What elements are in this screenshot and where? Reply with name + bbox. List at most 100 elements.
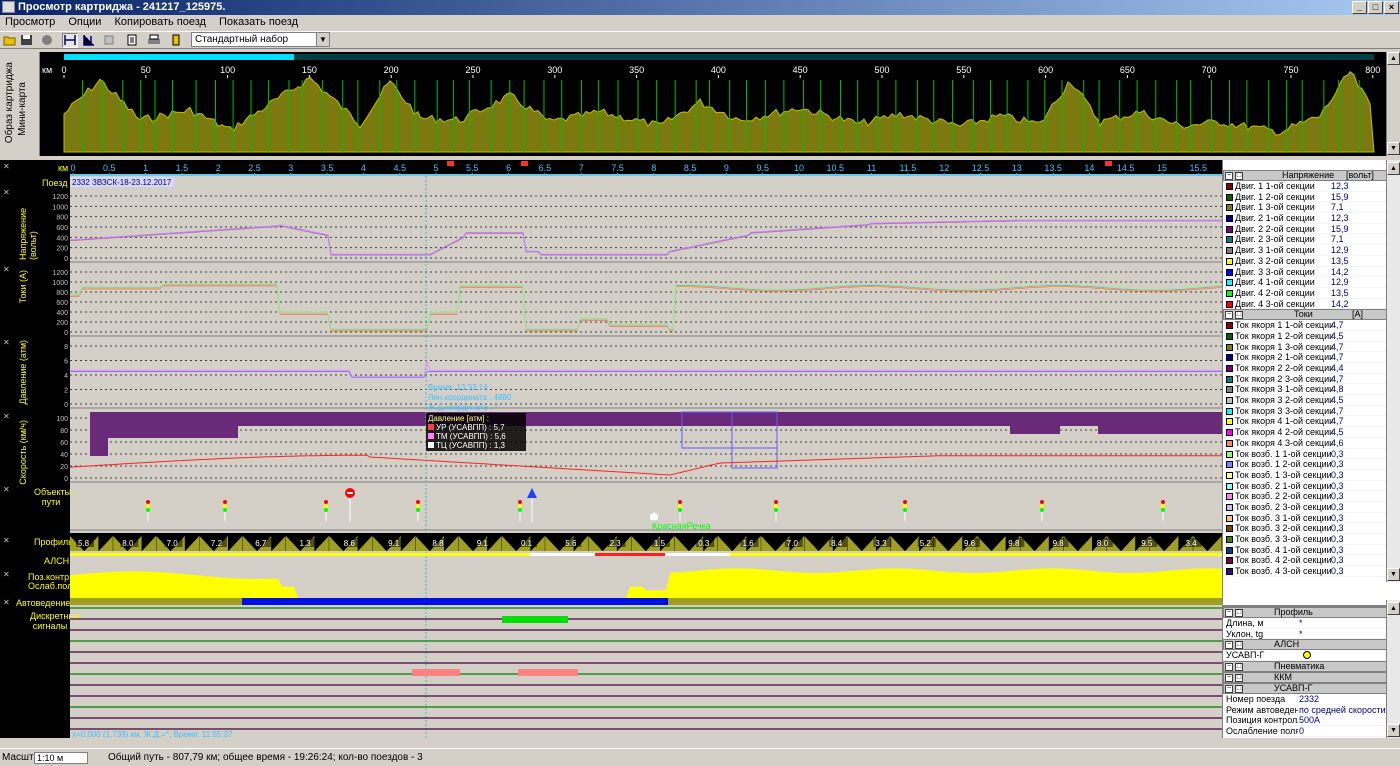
table-row[interactable]: Ток якоря 2 3-ой секции 4,7: [1223, 374, 1387, 385]
table-row[interactable]: Ток якоря 1 2-ой секции 4,5: [1223, 331, 1387, 342]
table-row[interactable]: Двиг. 2 1-ой секции 12,3: [1223, 213, 1387, 224]
table-row[interactable]: Ток якоря 3 1-ой секции 4,8: [1223, 384, 1387, 396]
voltage-header[interactable]: − □ Напряжение [вольт]: [1223, 170, 1387, 181]
color-swatch[interactable]: [1226, 386, 1233, 394]
scale-select[interactable]: 1:10 м: [34, 752, 88, 764]
menu-view[interactable]: Просмотр: [0, 15, 60, 30]
table-row[interactable]: Ток якоря 4 2-ой секции 4,5: [1223, 427, 1387, 438]
table-row[interactable]: Ток возб. 4 1-ой секции 0,3: [1223, 545, 1387, 556]
table-row[interactable]: Ток возб. 1 3-ой секции 0,3: [1223, 470, 1387, 481]
table-row[interactable]: Двиг. 4 3-ой секции 14,2: [1223, 299, 1387, 310]
track-plots[interactable]: 0 0.5 1 1.5 2 2.5 3 3.5 4 4.5 5 5.5 6 6.5 7 7.5 8 8.5 9 9.5…: [69, 160, 1223, 739]
table-row[interactable]: Двиг. 1 2-ой секции 15,9: [1223, 192, 1387, 203]
chart-mode-icon[interactable]: [62, 33, 78, 48]
table-row[interactable]: Ток возб. 2 2-ой секции 0,3: [1223, 491, 1387, 502]
color-swatch[interactable]: [1226, 332, 1233, 340]
table-row[interactable]: Двиг. 3 1-ой секции 12,9: [1223, 245, 1387, 256]
bookmark-icon[interactable]: [168, 33, 184, 48]
table-row[interactable]: Ток якоря 3 3-ой секции 4,7: [1223, 406, 1387, 417]
color-swatch[interactable]: [1226, 536, 1233, 543]
color-swatch[interactable]: [1226, 493, 1233, 501]
color-swatch[interactable]: [1226, 471, 1233, 479]
close-button[interactable]: ×: [1384, 1, 1399, 14]
table-row[interactable]: Двиг. 1 1-ой секции 12,3: [1223, 181, 1387, 192]
minimap-svg[interactable]: км 0 50 100 150 200 250 300 350 400 450 500 550 600 65…: [40, 52, 1386, 156]
color-swatch[interactable]: [1226, 482, 1233, 490]
minimize-button[interactable]: _: [1352, 1, 1367, 14]
table-row[interactable]: Ток якоря 3 2-ой секции 4,5: [1223, 395, 1387, 406]
scroll-down-icon[interactable]: ▼: [1387, 568, 1400, 581]
color-swatch[interactable]: [1226, 461, 1233, 469]
table-row[interactable]: Ток возб. 3 3-ой секции 0,3: [1223, 534, 1387, 545]
table-row[interactable]: Ток якоря 2 1-ой секции 4,7: [1223, 352, 1387, 363]
color-swatch[interactable]: [1226, 407, 1233, 415]
table-row[interactable]: Ток возб. 4 2-ой секции 0,3: [1223, 555, 1387, 567]
section-header[interactable]: − □ АЛСН: [1223, 639, 1387, 651]
chevron-down-icon[interactable]: ▼: [316, 33, 329, 46]
color-swatch[interactable]: [1226, 300, 1233, 308]
color-swatch[interactable]: [1226, 365, 1233, 372]
color-swatch[interactable]: [1226, 289, 1233, 297]
section-header[interactable]: − □ Профиль: [1223, 607, 1387, 618]
table-row[interactable]: Ток возб. 1 1-ой секции 0,3: [1223, 449, 1387, 460]
color-swatch[interactable]: [1226, 525, 1233, 533]
table-row[interactable]: Ток возб. 3 1-ой секции 0,3: [1223, 513, 1387, 524]
minimap-scrollbar[interactable]: ▲ ▼: [1386, 52, 1400, 156]
table-row[interactable]: Ток якоря 4 3-ой секции 4,6: [1223, 438, 1387, 449]
minimap[interactable]: км 0 50 100 150 200 250 300 350 400 450 500 550 600 65…: [40, 52, 1386, 156]
scroll-down-icon[interactable]: ▼: [1387, 142, 1400, 155]
menu-show-train[interactable]: Показать поезд: [214, 15, 303, 30]
color-swatch[interactable]: [1226, 247, 1233, 255]
color-swatch[interactable]: [1226, 439, 1233, 447]
table-row[interactable]: Ток якоря 1 3-ой секции 4,7: [1223, 342, 1387, 353]
color-swatch[interactable]: [1226, 183, 1233, 190]
props-scrollbar[interactable]: ▲ ▼: [1386, 600, 1400, 738]
export-icon[interactable]: [102, 33, 118, 48]
table-row[interactable]: Двиг. 2 2-ой секции 15,9: [1223, 224, 1387, 235]
scroll-up-icon[interactable]: ▲: [1387, 162, 1400, 175]
splitter[interactable]: [0, 738, 1400, 748]
color-swatch[interactable]: [1226, 236, 1233, 244]
current-header[interactable]: − □ Токи [А]: [1223, 309, 1387, 321]
color-swatch[interactable]: [1226, 557, 1233, 565]
section-header[interactable]: − □ Пневматика: [1223, 661, 1387, 673]
color-swatch[interactable]: [1226, 193, 1233, 201]
table-row[interactable]: Двиг. 4 2-ой секции 13,5: [1223, 288, 1387, 299]
color-swatch[interactable]: [1226, 257, 1233, 265]
table-row[interactable]: Двиг. 3 3-ой секции 14,2: [1223, 267, 1387, 278]
color-swatch[interactable]: [1226, 268, 1233, 276]
menu-copy-train[interactable]: Копировать поезд: [109, 15, 210, 30]
color-swatch[interactable]: [1226, 514, 1233, 522]
table-row[interactable]: Двиг. 4 1-ой секции 12,9: [1223, 277, 1387, 288]
scroll-down-icon[interactable]: ▼: [1387, 724, 1400, 737]
color-swatch[interactable]: [1226, 215, 1233, 223]
table-row[interactable]: Ток возб. 1 2-ой секции 0,3: [1223, 459, 1387, 470]
color-swatch[interactable]: [1226, 397, 1233, 405]
color-swatch[interactable]: [1226, 568, 1233, 576]
color-swatch[interactable]: [1226, 204, 1233, 212]
table-row[interactable]: Ток якоря 1 1-ой секции 4,7: [1223, 320, 1387, 331]
color-swatch[interactable]: [1226, 322, 1233, 330]
color-swatch[interactable]: [1226, 503, 1233, 511]
table-row[interactable]: Двиг. 3 2-ой секции 13,5: [1223, 256, 1387, 267]
color-swatch[interactable]: [1226, 418, 1233, 426]
table-row[interactable]: Двиг. 2 3-ой секции 7,1: [1223, 234, 1387, 246]
section-header[interactable]: − □ ККМ: [1223, 672, 1387, 684]
print-icon[interactable]: [146, 33, 162, 48]
table-row[interactable]: Ток возб. 4 3-ой секции 0,3: [1223, 566, 1387, 577]
color-swatch[interactable]: [1226, 375, 1233, 383]
axis-icon[interactable]: [80, 33, 96, 48]
open-folder-icon[interactable]: [2, 33, 18, 48]
table-scrollbar[interactable]: ▲ ▼: [1386, 160, 1400, 582]
document-icon[interactable]: [124, 33, 140, 48]
table-row[interactable]: Ток возб. 3 2-ой секции 0,3: [1223, 523, 1387, 534]
record-icon[interactable]: [39, 33, 55, 48]
color-swatch[interactable]: [1226, 429, 1233, 437]
table-row[interactable]: Ток возб. 2 1-ой секции 0,3: [1223, 481, 1387, 492]
scroll-up-icon[interactable]: ▲: [1387, 602, 1400, 615]
maximize-button[interactable]: □: [1368, 1, 1383, 14]
table-row[interactable]: Двиг. 1 3-ой секции 7,1: [1223, 202, 1387, 214]
save-icon[interactable]: [19, 33, 35, 48]
table-row[interactable]: Ток якоря 4 1-ой секции 4,7: [1223, 416, 1387, 428]
color-swatch[interactable]: [1226, 354, 1233, 362]
